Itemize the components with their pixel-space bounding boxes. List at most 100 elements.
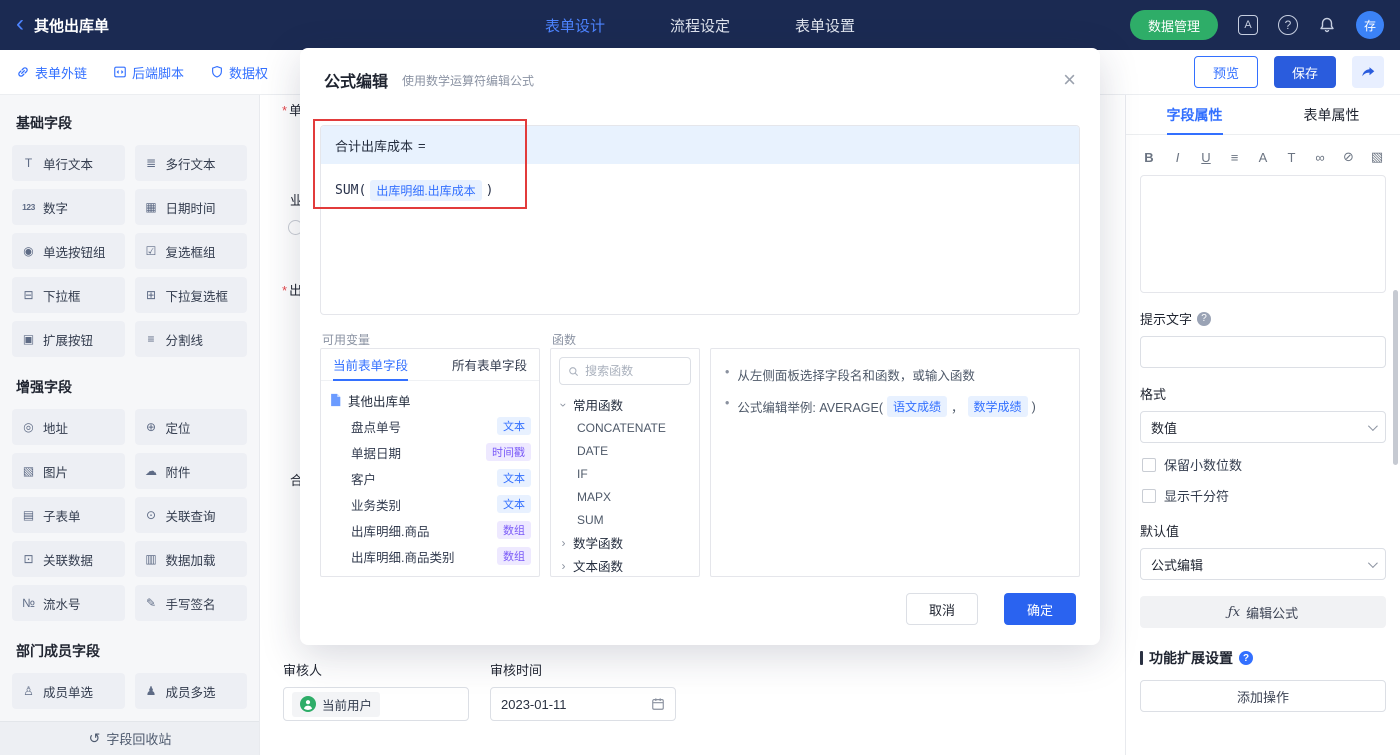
decimal-checkbox-row[interactable]: 保留小数位数: [1142, 455, 1384, 474]
tab-current-form-fields[interactable]: 当前表单字段: [333, 349, 409, 381]
user-avatar[interactable]: 存: [1356, 11, 1384, 39]
hint-help-icon[interactable]: ?: [1197, 311, 1212, 326]
save-button[interactable]: 保存: [1273, 56, 1336, 88]
formula-field-tag[interactable]: 出库明细.出库成本: [370, 180, 482, 201]
field-item-multi-select[interactable]: ⊞ 下拉复选框: [134, 277, 247, 313]
field-item-multi-line-text[interactable]: ≣ 多行文本: [134, 145, 247, 181]
variable-item[interactable]: 盘点单号 文本: [329, 413, 531, 439]
variable-item[interactable]: 出库明细.商品 数组: [329, 517, 531, 543]
field-item-subform[interactable]: ▤ 子表单: [12, 497, 125, 533]
help-icon[interactable]: ?: [1278, 15, 1298, 35]
thousand-separator-checkbox[interactable]: [1142, 488, 1156, 503]
field-item-radio-group[interactable]: ◉ 单选按钮组: [12, 233, 125, 269]
confirm-button[interactable]: 确定: [1004, 593, 1076, 625]
multi-line-text-icon: ≣: [145, 156, 157, 170]
panel-scrollbar-thumb[interactable]: [1393, 290, 1398, 465]
function-group-math[interactable]: › 数学函数: [551, 531, 699, 554]
translate-icon[interactable]: A: [1238, 15, 1258, 35]
formula-expression[interactable]: SUM( 出库明细.出库成本 ): [321, 164, 1079, 217]
thousand-separator-checkbox-row[interactable]: 显示千分符: [1142, 486, 1384, 505]
tab-form-design[interactable]: 表单设计: [545, 15, 605, 36]
field-item-address[interactable]: ◎ 地址: [12, 409, 125, 445]
field-item-number[interactable]: 123 数字: [12, 189, 125, 225]
default-value-select[interactable]: 公式编辑: [1140, 548, 1386, 580]
share-arrow-icon: [1362, 67, 1375, 77]
field-item-datetime[interactable]: ▦ 日期时间: [134, 189, 247, 225]
field-item-attachment[interactable]: ☁ 附件: [134, 453, 247, 489]
review-time-value: 2023-01-11: [501, 696, 567, 712]
field-item-serial-number[interactable]: № 流水号: [12, 585, 125, 621]
data-manage-button[interactable]: 数据管理: [1129, 10, 1218, 40]
field-item-location[interactable]: ⊕ 定位: [134, 409, 247, 445]
function-group-text[interactable]: › 文本函数: [551, 554, 699, 576]
reviewer-input[interactable]: 当前用户: [283, 687, 469, 721]
extension-help-icon[interactable]: ?: [1239, 651, 1253, 665]
field-item-data-load[interactable]: ▥ 数据加载: [134, 541, 247, 577]
format-select[interactable]: 数值: [1140, 411, 1386, 443]
italic-icon[interactable]: I: [1171, 150, 1185, 165]
back-icon[interactable]: ‹: [16, 11, 24, 36]
field-title-richtext-area[interactable]: [1140, 175, 1386, 293]
help-line-2: 公式编辑举例: AVERAGE( 语文成绩 ， 数学成绩 ): [725, 396, 1065, 417]
bold-icon[interactable]: B: [1142, 150, 1156, 165]
underline-icon[interactable]: U: [1199, 150, 1213, 165]
field-recycle-bin[interactable]: ↺ 字段回收站: [0, 721, 259, 755]
formula-editor-area[interactable]: 合计出库成本 = SUM( 出库明细.出库成本 ): [320, 125, 1080, 315]
field-item-extend-button[interactable]: ▣ 扩展按钮: [12, 321, 125, 357]
function-item-sum[interactable]: SUM: [551, 508, 699, 531]
link-icon[interactable]: ∞: [1313, 150, 1327, 165]
function-search-box[interactable]: [559, 357, 691, 385]
cancel-button[interactable]: 取消: [906, 593, 978, 625]
formula-help-panel: 从左侧面板选择字段名和函数，或输入函数 公式编辑举例: AVERAGE( 语文成…: [710, 348, 1080, 577]
decimal-checkbox[interactable]: [1142, 457, 1156, 472]
function-item-mapx[interactable]: MAPX: [551, 485, 699, 508]
tab-all-form-fields[interactable]: 所有表单字段: [452, 349, 527, 380]
field-item-single-line-text[interactable]: T 单行文本: [12, 145, 125, 181]
field-item-divider[interactable]: ≡ 分割线: [134, 321, 247, 357]
tab-process-setting[interactable]: 流程设定: [670, 15, 730, 36]
variable-item[interactable]: 业务类别 文本: [329, 491, 531, 517]
extend-button-icon: ▣: [22, 332, 35, 346]
function-item-if[interactable]: IF: [551, 462, 699, 485]
backend-script-link[interactable]: 后端脚本: [113, 63, 184, 82]
current-user-label: 当前用户: [322, 698, 373, 713]
field-item-linked-data[interactable]: ⊡ 关联数据: [12, 541, 125, 577]
align-icon[interactable]: ≡: [1228, 150, 1242, 165]
field-item-member-multi[interactable]: ♟ 成员多选: [134, 673, 247, 709]
formula-function-close: ): [485, 183, 494, 198]
review-time-input[interactable]: 2023-01-11: [490, 687, 676, 721]
function-group-common[interactable]: › 常用函数: [551, 393, 699, 416]
field-item-signature[interactable]: ✎ 手写签名: [134, 585, 247, 621]
variables-root-node[interactable]: 其他出库单: [329, 387, 531, 413]
tab-field-properties[interactable]: 字段属性: [1126, 95, 1263, 134]
function-item-date[interactable]: DATE: [551, 439, 699, 462]
field-item-linked-query[interactable]: ⊙ 关联查询: [134, 497, 247, 533]
tab-form-properties[interactable]: 表单属性: [1263, 95, 1400, 134]
variable-item[interactable]: 客户 文本: [329, 465, 531, 491]
notification-bell-icon[interactable]: [1318, 16, 1336, 34]
insert-image-icon[interactable]: ▧: [1370, 149, 1384, 165]
edit-formula-button[interactable]: ƒx 编辑公式: [1140, 596, 1386, 628]
recycle-icon: ↺: [88, 730, 101, 746]
variable-item[interactable]: 出库明细.商品类别 数组: [329, 543, 531, 569]
field-item-checkbox-group[interactable]: ☑ 复选框组: [134, 233, 247, 269]
share-button[interactable]: [1352, 56, 1384, 88]
unlink-icon[interactable]: ⊘: [1342, 149, 1356, 165]
field-item-member-single[interactable]: ♙ 成员单选: [12, 673, 125, 709]
form-external-link[interactable]: 表单外链: [16, 63, 87, 82]
field-item-image[interactable]: ▧ 图片: [12, 453, 125, 489]
font-color-icon[interactable]: A: [1256, 150, 1270, 165]
field-item-select[interactable]: ⊟ 下拉框: [12, 277, 125, 313]
data-permission-link[interactable]: 数据权: [210, 63, 268, 82]
extension-settings-label: 功能扩展设置: [1149, 650, 1233, 666]
function-search-input[interactable]: [585, 364, 682, 378]
add-action-button[interactable]: 添加操作: [1140, 680, 1386, 712]
font-size-icon[interactable]: T: [1285, 150, 1299, 165]
example-field-tag: 数学成绩: [967, 396, 1028, 417]
function-item-concatenate[interactable]: CONCATENATE: [551, 416, 699, 439]
tab-form-settings[interactable]: 表单设置: [795, 15, 855, 36]
variable-item[interactable]: 单据日期 时间戳: [329, 439, 531, 465]
preview-button[interactable]: 预览: [1193, 56, 1258, 88]
hint-text-input[interactable]: [1140, 336, 1386, 368]
close-icon[interactable]: ×: [1063, 69, 1076, 91]
